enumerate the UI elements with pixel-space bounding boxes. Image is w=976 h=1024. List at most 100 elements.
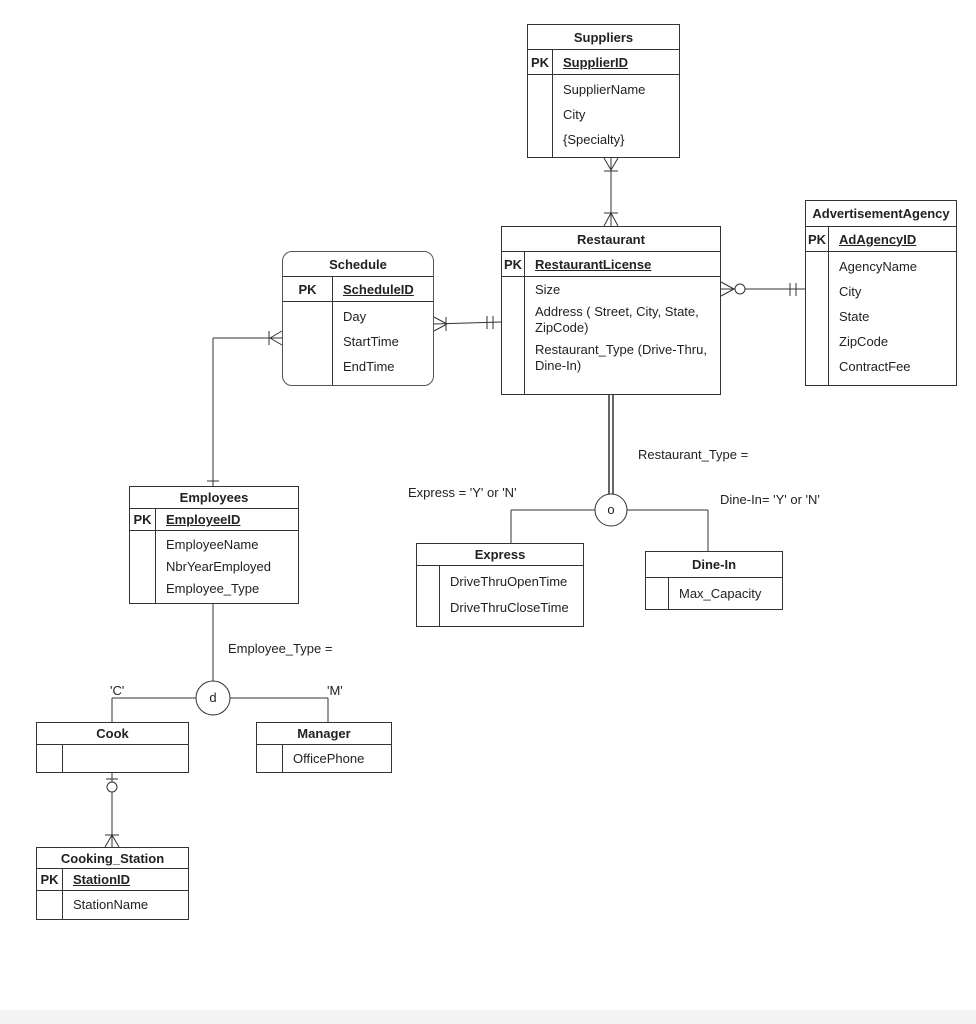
pk-label: PK xyxy=(130,509,156,530)
entity-title: Express xyxy=(417,544,583,566)
discriminator-label: Restaurant_Type = xyxy=(638,447,749,462)
crows-foot-icon xyxy=(610,212,619,227)
primary-key: EmployeeID xyxy=(166,512,241,527)
attribute-list: EmployeeName NbrYearEmployed Employee_Type xyxy=(156,531,298,603)
subtype-condition-label: 'M' xyxy=(327,683,343,698)
key-column xyxy=(646,578,669,609)
primary-key-row: PK AdAgencyID xyxy=(806,227,956,252)
attribute-list xyxy=(63,745,188,772)
pk-label: PK xyxy=(806,227,829,251)
attribute-body: Size Address ( Street, City, State, ZipCo… xyxy=(502,277,720,394)
pk-label: PK xyxy=(502,252,525,276)
subtype-condition-label: Express = 'Y' or 'N' xyxy=(408,485,517,500)
entity-restaurant[interactable]: Restaurant PK RestaurantLicense Size Address… xyxy=(501,226,721,395)
attribute: City xyxy=(563,107,586,122)
entity-title: Suppliers xyxy=(528,25,679,50)
primary-key-row: PK ScheduleID xyxy=(283,277,433,302)
primary-key-row: PK EmployeeID xyxy=(130,509,298,531)
entity-employees[interactable]: Employees PK EmployeeID EmployeeName NbrYear… xyxy=(129,486,299,604)
entity-title: Restaurant xyxy=(502,227,720,252)
pk-label: PK xyxy=(283,277,333,301)
subtype-condition-label: 'C' xyxy=(110,683,125,698)
entity-suppliers[interactable]: Suppliers PK SupplierID SupplierName City {Sp… xyxy=(527,24,680,158)
attribute-list: Day StartTime EndTime xyxy=(333,302,433,385)
key-column xyxy=(257,745,283,772)
crows-foot-icon xyxy=(269,337,283,346)
attribute: Max_Capacity xyxy=(679,585,762,601)
attribute: Size xyxy=(535,282,561,297)
attribute-body: DriveThruOpenTime DriveThruCloseTime xyxy=(417,566,583,626)
zero-circle-icon xyxy=(106,781,118,793)
crows-foot-icon xyxy=(603,157,612,171)
primary-key-row: PK SupplierID xyxy=(528,50,679,75)
entity-title: Cooking_Station xyxy=(37,848,188,869)
entity-title: AdvertisementAgency xyxy=(806,201,956,227)
crows-foot-icon xyxy=(433,316,448,325)
attribute: AgencyName xyxy=(839,259,918,274)
crows-foot-icon xyxy=(269,330,283,339)
attribute: ZipCode xyxy=(839,334,889,349)
attribute-list: SupplierName City {Specialty} xyxy=(553,75,679,157)
primary-key: ScheduleID xyxy=(343,281,414,297)
attribute: StartTime xyxy=(343,334,399,349)
attribute: {Specialty} xyxy=(563,132,625,147)
crows-foot-icon xyxy=(104,834,113,848)
crows-foot-icon xyxy=(603,212,612,227)
entity-title: Manager xyxy=(257,723,391,745)
pk-label: PK xyxy=(528,50,553,74)
er-diagram: Suppliers PK SupplierID SupplierName City {Sp… xyxy=(0,0,976,1024)
attribute: StationName xyxy=(73,896,149,912)
attribute-list: AgencyName City State ZipCode ContractFee xyxy=(829,252,956,385)
entity-dinein[interactable]: Dine-In Max_Capacity xyxy=(645,551,783,610)
attribute-body xyxy=(37,745,188,772)
primary-key: StationID xyxy=(73,872,131,887)
entity-adagency[interactable]: AdvertisementAgency PK AdAgencyID AgencyNam… xyxy=(805,200,957,386)
attribute: DriveThruCloseTime xyxy=(450,599,569,615)
attribute-body: Day StartTime EndTime xyxy=(283,302,433,385)
zero-circle-icon xyxy=(734,283,746,295)
key-column xyxy=(417,566,440,626)
attribute-body: StationName xyxy=(37,891,188,919)
key-column xyxy=(528,75,553,157)
attribute-body: EmployeeName NbrYearEmployed Employee_Type xyxy=(130,531,298,603)
key-column xyxy=(37,891,63,919)
entity-cook[interactable]: Cook xyxy=(36,722,189,773)
key-column xyxy=(806,252,829,385)
attribute: Restaurant_Type (Drive-Thru, Dine-In) xyxy=(535,342,707,373)
entity-express[interactable]: Express DriveThruOpenTime DriveThruCloseTi… xyxy=(416,543,584,627)
entity-cooking-station[interactable]: Cooking_Station PK StationID StationName xyxy=(36,847,189,920)
attribute-body: SupplierName City {Specialty} xyxy=(528,75,679,157)
attribute: State xyxy=(839,309,870,324)
attribute: EndTime xyxy=(343,359,395,374)
attribute: Day xyxy=(343,309,367,324)
footer-strip xyxy=(0,1010,976,1024)
overlap-symbol: o xyxy=(607,502,615,517)
key-column xyxy=(283,302,333,385)
pk-label: PK xyxy=(37,869,63,890)
attribute: DriveThruOpenTime xyxy=(450,573,568,589)
entity-title: Employees xyxy=(130,487,298,509)
attribute: Address ( Street, City, State, ZipCode) xyxy=(535,304,699,335)
subtype-condition-label: Dine-In= 'Y' or 'N' xyxy=(720,492,820,507)
attribute-list: StationName xyxy=(63,891,188,919)
attribute: EmployeeName xyxy=(166,536,259,552)
entity-manager[interactable]: Manager OfficePhone xyxy=(256,722,392,773)
primary-key: AdAgencyID xyxy=(839,231,917,247)
attribute-list: OfficePhone xyxy=(283,745,391,772)
attribute-body: OfficePhone xyxy=(257,745,391,772)
entity-schedule[interactable]: Schedule PK ScheduleID Day StartTime EndTime xyxy=(282,251,434,386)
crows-foot-icon xyxy=(433,323,448,332)
attribute: OfficePhone xyxy=(293,750,365,766)
attribute: NbrYearEmployed xyxy=(166,558,272,574)
key-column xyxy=(502,277,525,394)
entity-title: Schedule xyxy=(283,252,433,277)
attribute: Employee_Type xyxy=(166,580,260,596)
primary-key: RestaurantLicense xyxy=(535,256,652,272)
discriminator-label: Employee_Type = xyxy=(228,641,333,656)
crows-foot-icon xyxy=(720,281,735,290)
crows-foot-icon xyxy=(610,157,619,171)
attribute-list: DriveThruOpenTime DriveThruCloseTime xyxy=(440,566,583,626)
key-column xyxy=(130,531,156,603)
key-column xyxy=(37,745,63,772)
primary-key-row: PK RestaurantLicense xyxy=(502,252,720,277)
